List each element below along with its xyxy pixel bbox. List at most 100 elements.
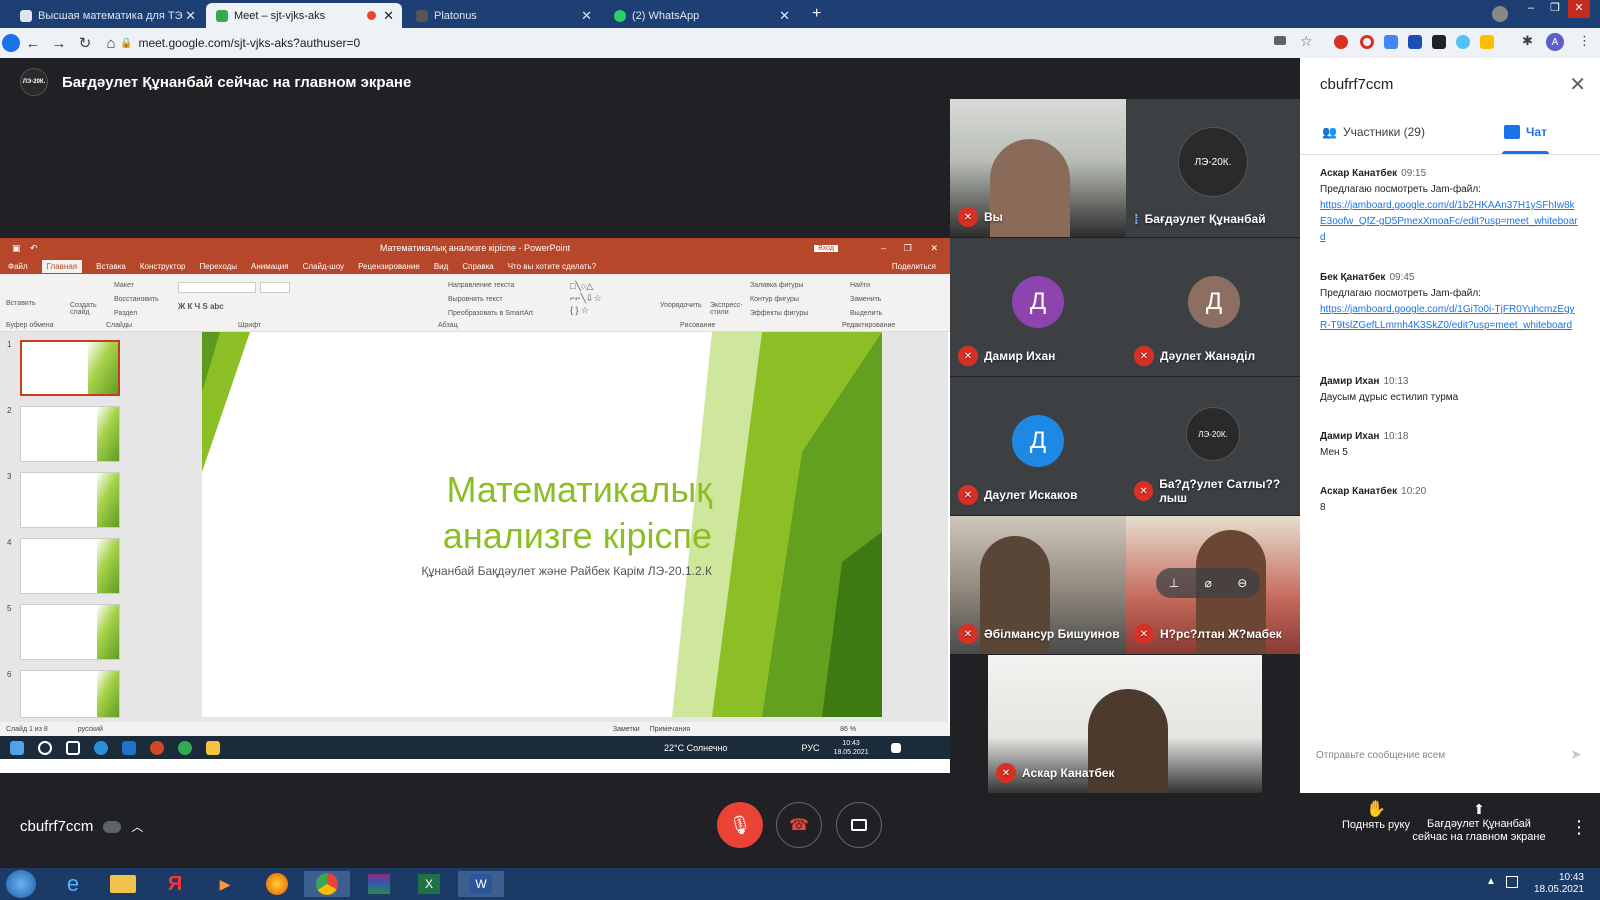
current-slide: Математикалық анализге кіріспе Құнанбай … (202, 332, 882, 717)
close-tab-icon[interactable]: ✕ (779, 8, 790, 24)
camera-toggle-button[interactable] (836, 802, 882, 848)
minimize-window-icon[interactable]: – (1520, 0, 1542, 18)
start-orb-icon[interactable] (6, 870, 36, 898)
excel-taskbar-icon[interactable]: X (406, 871, 452, 897)
restore-window-icon[interactable]: ❐ (1544, 0, 1566, 18)
chevron-up-icon[interactable]: ︿ (131, 818, 143, 835)
participant-tile[interactable]: ⊥ ⌀ ⊖ ✕ Н?рс?лтан Ж?мабек (1126, 516, 1302, 654)
notes-extension-icon[interactable] (1432, 35, 1446, 49)
close-tab-icon[interactable]: ✕ (383, 8, 394, 24)
tab-participants[interactable]: 👥 Участники (29) (1322, 125, 1425, 139)
forward-icon[interactable]: → (46, 35, 72, 52)
participant-avatar: Д (1012, 415, 1064, 467)
firefox-taskbar-icon[interactable] (254, 871, 300, 897)
tab-title: Platonus (434, 9, 477, 22)
address-bar[interactable]: 🔒 meet.google.com/sjt-vjks-aks?authuser=… (120, 32, 1320, 54)
cloud-extension-icon[interactable] (1456, 35, 1470, 49)
meeting-code: cbufrf7ccm (20, 818, 94, 835)
slide-title: Математикалық анализге кіріспе (443, 467, 712, 559)
ppt-menu-help: Справка (462, 261, 494, 271)
profile-avatar[interactable]: A (1546, 33, 1564, 51)
message-link[interactable]: https://jamboard.google.com/d/1b2HKAAn37… (1320, 198, 1580, 246)
browser-tab-math[interactable]: Высшая математика для ТЭ ✕ (10, 3, 204, 28)
mic-toggle-button[interactable]: 🎙 (717, 802, 763, 848)
participant-tile[interactable]: ЛЭ-20К. ✕ Ба?д?улет Сатлы??лыш (1126, 377, 1302, 515)
close-tab-icon[interactable]: ✕ (185, 8, 196, 24)
close-window-icon[interactable]: ✕ (1568, 0, 1590, 18)
participant-tile[interactable]: Д ✕ Дамир Ихан (950, 238, 1126, 376)
mute-participant-icon[interactable]: ⌀ (1205, 576, 1212, 590)
participant-tile-presenter[interactable]: ЛЭ-20К. ⁞ Бағдәулет Құнанбай (1126, 99, 1302, 237)
more-options-icon[interactable]: ⋮ (1570, 817, 1588, 838)
pin-extension-icon[interactable] (1480, 35, 1494, 49)
network-tray-icon[interactable] (1506, 876, 1518, 888)
ribbon-replace: Заменить (850, 296, 882, 303)
captions-icon[interactable] (103, 820, 122, 833)
close-panel-icon[interactable]: ✕ (1569, 72, 1586, 97)
meet-favicon-icon (216, 9, 228, 22)
message-link[interactable]: https://jamboard.google.com/d/1GiTo0i-Tj… (1320, 302, 1580, 334)
slide-thumbnails: 1 2 3 4 5 6 (0, 332, 140, 722)
adblock-extension-icon[interactable] (1334, 35, 1348, 49)
meeting-details[interactable]: cbufrf7ccm ︿ (20, 818, 143, 835)
windows-start-icon (10, 740, 24, 755)
shared-windows-taskbar: 22°C Солнечно РУС 10:43 18.05.2021 (0, 736, 950, 759)
participant-tile[interactable]: Д ✕ Дәулет Жанәділ (1126, 238, 1302, 376)
ppt-restore-icon: ❐ (903, 242, 912, 253)
participant-logo: ЛЭ-20К. (1186, 407, 1240, 461)
participant-tile[interactable]: ✕ Әбілмансур Бишуинов (950, 516, 1126, 654)
explorer-taskbar-icon[interactable] (100, 871, 146, 897)
thumb-number: 2 (7, 406, 12, 415)
new-tab-icon[interactable]: + (812, 5, 821, 23)
translate-extension-icon[interactable] (1384, 35, 1398, 49)
message-author: Аскар Канатбек (1320, 486, 1398, 497)
pin-icon[interactable]: ⊥ (1169, 576, 1179, 590)
search-icon (38, 740, 52, 755)
opera-extension-icon[interactable] (1360, 35, 1374, 49)
mic-off-icon: ✕ (958, 624, 978, 644)
bookmark-star-icon[interactable]: ☆ (1300, 33, 1313, 50)
participant-tile-you[interactable]: ✕ Вы (950, 99, 1126, 237)
tile-hover-controls[interactable]: ⊥ ⌀ ⊖ (1156, 568, 1260, 598)
message-time: 09:45 (1389, 272, 1415, 283)
system-clock[interactable]: 10:43 18.05.2021 (1534, 872, 1584, 896)
chrome-taskbar-icon[interactable] (304, 871, 350, 897)
chat-input[interactable]: Отправьте сообщение всем (1316, 750, 1546, 761)
participant-tile[interactable]: ✕ Аскар Канатбек (988, 655, 1262, 793)
profile-menu-icon[interactable] (1492, 6, 1508, 22)
remove-participant-icon[interactable]: ⊖ (1237, 576, 1247, 590)
winrar-taskbar-icon[interactable] (356, 871, 402, 897)
shared-screen-powerpoint[interactable]: ▣ ↶ Математикалық анализге кіріспе - Pow… (0, 238, 950, 773)
browser-menu-icon[interactable]: ⋮ (1578, 33, 1591, 49)
mic-off-icon: ✕ (1134, 481, 1154, 501)
ribbon-arrange: Упорядочить (660, 302, 702, 309)
ribbon-find: Найти (850, 282, 870, 289)
ie-taskbar-icon[interactable]: e (50, 871, 96, 897)
mic-off-icon: ✕ (996, 763, 1016, 783)
slide-subtitle: Құнанбай Бақдәулет және Райбек Карім ЛЭ-… (421, 564, 712, 578)
leave-call-button[interactable]: ☎ (776, 802, 822, 848)
browser-tab-meet[interactable]: Meet – sjt-vjks-aks ✕ (206, 3, 402, 28)
participant-tile[interactable]: Д ✕ Даулет Искаков (950, 377, 1126, 515)
close-tab-icon[interactable]: ✕ (581, 8, 592, 24)
browser-tab-whatsapp[interactable]: (2) WhatsApp ✕ (604, 3, 798, 28)
media-player-taskbar-icon[interactable]: ▶ (202, 871, 248, 897)
yandex-taskbar-icon[interactable]: Я (152, 871, 198, 897)
back-icon[interactable]: ← (20, 35, 46, 52)
camera-in-use-icon[interactable] (1274, 36, 1286, 45)
reload-icon[interactable]: ↻ (72, 34, 98, 52)
screen-extension-icon[interactable] (1408, 35, 1422, 49)
notifications-icon (890, 742, 901, 753)
ribbon-text-direction: Направление текста (448, 282, 515, 289)
tray-arrow-icon[interactable]: ▲ (1486, 876, 1496, 887)
participant-name: Дәулет Жанәділ (1160, 349, 1256, 363)
word-taskbar-icon[interactable]: W (458, 871, 504, 897)
browser-toolbar: ← → ↻ ⌂ 🔒 meet.google.com/sjt-vjks-aks?a… (0, 28, 1600, 58)
tab-chat[interactable]: Чат (1502, 125, 1549, 154)
send-icon[interactable]: ➤ (1570, 746, 1582, 763)
browser-tab-platonus[interactable]: Platonus ✕ (406, 3, 600, 28)
presenting-button[interactable]: ⬆ Бағдәулет Құнанбай сейчас на главном э… (1404, 802, 1554, 844)
extensions-puzzle-icon[interactable]: ✱ (1522, 33, 1533, 49)
slide-thumbnail (20, 406, 120, 462)
presenting-label-2: сейчас на главном экране (1412, 831, 1546, 843)
